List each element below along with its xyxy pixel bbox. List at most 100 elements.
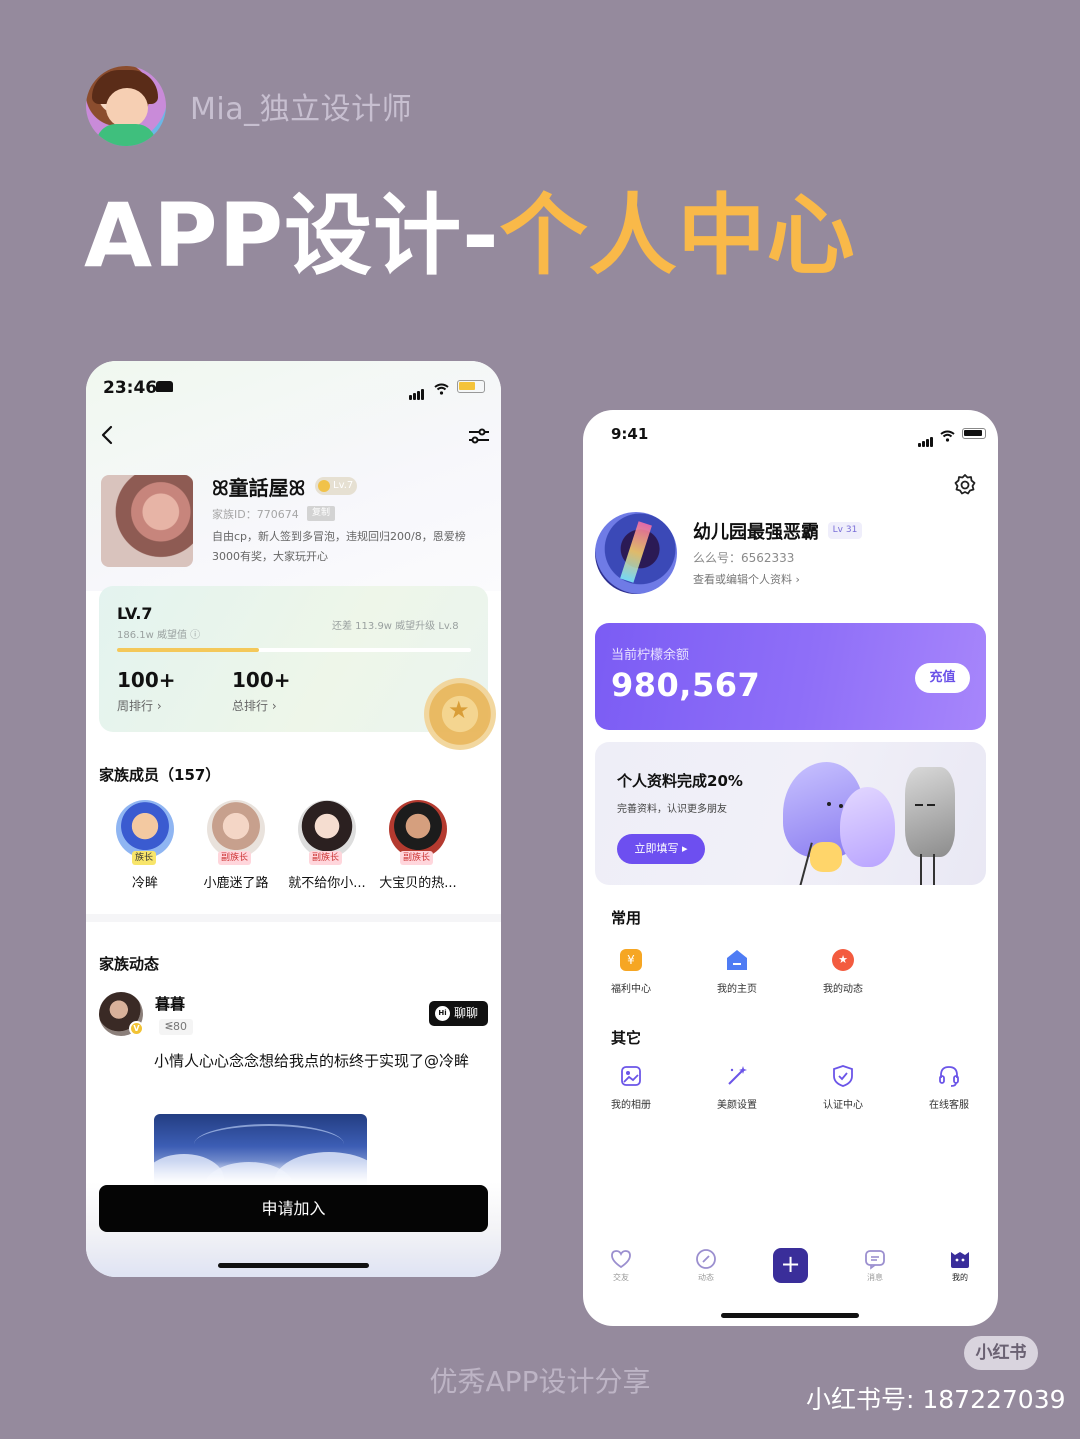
welfare-label: 福利中心 (611, 984, 651, 995)
tab-friends[interactable]: 交友 (593, 1248, 649, 1283)
total-rank-link[interactable]: 总排行 › (232, 697, 277, 714)
tab-messages[interactable]: 消息 (847, 1248, 903, 1283)
beauty-label: 美颜设置 (717, 1100, 757, 1111)
family-level-text: Lv.7 (333, 480, 354, 491)
member-item[interactable]: 副族长 小鹿迷了路 (191, 800, 281, 891)
tab-feed-label: 动态 (698, 1273, 714, 1282)
mascot-illustration (765, 742, 986, 885)
family-name: ꕤ童話屋ꕤ (212, 476, 306, 500)
family-description: 自由cp，新人签到多冒泡，违规回归200/8，恩爱榜3000有奖，大家玩开心 (212, 530, 466, 563)
other-section-title: 其它 (611, 1029, 642, 1047)
apply-join-button[interactable]: 申请加入 (99, 1185, 488, 1232)
member-item[interactable]: 副族长 大宝贝的热... (373, 800, 463, 891)
wifi-icon (940, 427, 955, 442)
level-card: LV.7 186.1w 威望值 ⓘ 还差 113.9w 威望升级 Lv.8 10… (99, 586, 496, 750)
profile-completion-title: 个人资料完成20% (617, 772, 743, 790)
member-avatar: 副族长 (389, 800, 447, 865)
balance-card: 当前柠檬余额 980,567 充值 (595, 623, 986, 730)
beauty-settings-item[interactable]: 美颜设置 (697, 1065, 777, 1111)
left-phone-screen: 23:46 ꕤ童話屋ꕤ Lv.7 家族ID：770674 复制 自由cp，新人签… (86, 361, 501, 1277)
author-avatar (86, 66, 166, 146)
home-page-icon (726, 949, 748, 971)
family-level-badge: Lv.7 (315, 477, 357, 495)
verification-center-item[interactable]: 认证中心 (803, 1065, 883, 1111)
home-indicator (218, 1263, 369, 1268)
battery-icon (962, 428, 986, 439)
tab-mine[interactable]: 我的 (932, 1248, 988, 1283)
welfare-center-item[interactable]: ¥ 福利中心 (591, 949, 671, 995)
post-text: 小情人心心念念想给我点的标终于实现了@冷眸 (154, 1052, 470, 1070)
user-avatar[interactable] (595, 512, 677, 594)
member-avatar: 族长 (116, 800, 174, 865)
user-nickname: 幼儿园最强恶霸 (693, 522, 819, 543)
settings-gear-icon[interactable] (953, 473, 977, 497)
edit-profile-link[interactable]: 查看或编辑个人资料 › (693, 571, 800, 587)
xiaohongshu-badge: 小红书 (964, 1336, 1038, 1370)
member-role-badge: 副族长 (218, 851, 252, 865)
my-album-item[interactable]: 我的相册 (591, 1065, 671, 1111)
status-time: 9:41 (611, 425, 649, 443)
signal-icon (918, 428, 934, 447)
fill-now-button[interactable]: 立即填写 ▸ (617, 834, 705, 864)
headline-white: APP设计- (84, 184, 500, 287)
family-photo (101, 475, 193, 567)
create-plus-button[interactable]: + (773, 1248, 808, 1283)
recharge-button[interactable]: 充值 (915, 663, 970, 693)
wifi-icon (434, 380, 449, 395)
filter-settings-icon[interactable] (467, 427, 491, 445)
family-id: 家族ID：770674 (212, 508, 299, 521)
balance-label: 当前柠檬余额 (611, 648, 690, 663)
week-rank-value: 100+ (117, 668, 176, 692)
trophy-coin-icon (424, 678, 496, 750)
status-time: 23:46 (103, 378, 158, 398)
profile-completion-sub: 完善资料，认识更多朋友 (617, 804, 727, 815)
tab-mine-label: 我的 (952, 1273, 968, 1282)
member-name: 小鹿迷了路 (203, 876, 269, 891)
member-name: 大宝贝的热... (379, 876, 457, 891)
member-item[interactable]: 族长 冷眸 (100, 800, 190, 891)
beauty-wand-icon (726, 1065, 748, 1087)
mine-icon (949, 1248, 971, 1270)
support-label: 在线客服 (929, 1100, 969, 1111)
message-icon (864, 1248, 886, 1270)
level-title: LV.7 (117, 604, 153, 623)
signal-icon (409, 381, 425, 400)
member-role-badge: 族长 (132, 851, 157, 865)
level-progress-bar (117, 648, 471, 652)
copy-id-button[interactable]: 复制 (307, 506, 335, 521)
welfare-icon: ¥ (620, 949, 642, 971)
home-indicator (721, 1313, 859, 1318)
chat-label: 聊聊 (454, 1006, 479, 1020)
balance-value: 980,567 (611, 666, 761, 704)
chat-button[interactable]: Hi 聊聊 (429, 1001, 488, 1026)
right-phone-screen: 9:41 幼儿园最强恶霸 Lv 31 么么号：6562333 查看或编辑个人资料… (583, 410, 998, 1326)
hi-icon: Hi (435, 1006, 450, 1021)
member-name: 就不给你小... (288, 876, 366, 891)
members-title: 家族成员（157） (99, 766, 221, 784)
verification-label: 认证中心 (823, 1100, 863, 1111)
moments-icon: ★ (832, 949, 854, 971)
my-moments-item[interactable]: ★ 我的动态 (803, 949, 883, 995)
xiaohongshu-account: 小红书号: 187227039 (806, 1385, 1066, 1414)
prestige-value: 186.1w 威望值 ⓘ (117, 630, 201, 641)
back-icon[interactable] (100, 425, 116, 445)
member-item[interactable]: 副族长 就不给你小... (282, 800, 372, 891)
profile-completion-card: 个人资料完成20% 完善资料，认识更多朋友 立即填写 ▸ (595, 742, 986, 885)
online-support-item[interactable]: 在线客服 (909, 1065, 989, 1111)
tab-feed[interactable]: 动态 (678, 1248, 734, 1283)
author-name: Mia_独立设计师 (190, 92, 413, 127)
level-gap: 还差 113.9w 威望升级 Lv.8 (332, 621, 459, 632)
member-role-badge: 副族长 (309, 851, 343, 865)
headset-icon (938, 1065, 960, 1087)
member-role-badge: 副族长 (400, 851, 434, 865)
post-username: 暮暮 (155, 995, 186, 1013)
album-label: 我的相册 (611, 1100, 651, 1111)
heart-icon (610, 1248, 632, 1270)
compass-icon (695, 1248, 717, 1270)
headline-accent: 个人中心 (499, 184, 856, 287)
level-progress-fill (117, 648, 259, 652)
car-icon (156, 381, 173, 392)
my-homepage-item[interactable]: 我的主页 (697, 949, 777, 995)
feed-title: 家族动态 (99, 955, 160, 973)
week-rank-link[interactable]: 周排行 › (117, 697, 162, 714)
